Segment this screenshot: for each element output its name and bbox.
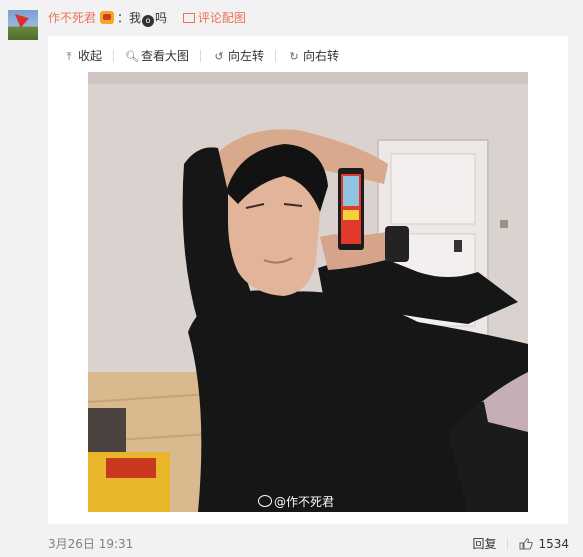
comment-actions: 回复 1534 <box>472 535 569 552</box>
collapse-button[interactable]: ⤒ 收起 <box>62 47 102 66</box>
divider <box>200 50 202 62</box>
comment-separator: ： <box>117 11 130 25</box>
comment-photo[interactable]: @作不死君 <box>88 72 528 512</box>
avatar[interactable] <box>8 10 38 40</box>
like-count: 1534 <box>538 537 569 551</box>
watermark-text: @作不死君 <box>274 495 335 509</box>
rotate-right-button[interactable]: ↻ 向右转 <box>287 47 339 66</box>
username-link[interactable]: 作不死君 <box>48 11 96 25</box>
comment-line: 作不死君 ：我 o 吗 评论配图 <box>48 9 246 27</box>
weibo-logo-icon <box>258 495 272 507</box>
view-large-label: 查看大图 <box>141 49 190 63</box>
thumbs-up-icon <box>519 538 534 550</box>
collapse-label: 收起 <box>78 49 103 63</box>
picture-icon <box>182 13 195 23</box>
comment-picture-label: 评论配图 <box>197 11 246 25</box>
divider <box>275 50 277 62</box>
magnifier-icon: 🔍︎ <box>125 50 139 63</box>
image-watermark: @作不死君 <box>258 493 334 510</box>
rotate-left-label: 向左转 <box>228 49 265 63</box>
like-button[interactable]: 1534 <box>519 537 569 551</box>
image-toolbar: ⤒ 收起 🔍︎ 查看大图 ↺ 向左转 ↻ 向右转 <box>62 47 340 66</box>
image-viewer-card: ⤒ 收起 🔍︎ 查看大图 ↺ 向左转 ↻ 向右转 @作不死君 <box>48 36 568 524</box>
rotate-right-icon: ↻ <box>289 50 299 63</box>
reply-button[interactable]: 回复 <box>472 537 496 551</box>
photo-illustration <box>88 72 528 512</box>
comment-picture-link[interactable]: 评论配图 <box>182 11 246 25</box>
collapse-icon: ⤒ <box>66 50 72 63</box>
rotate-left-button[interactable]: ↺ 向左转 <box>212 47 264 66</box>
vip-badge-icon <box>100 11 115 24</box>
divider <box>113 50 115 62</box>
emoji-icon: o <box>142 15 155 27</box>
view-large-button[interactable]: 🔍︎ 查看大图 <box>125 47 189 66</box>
rotate-left-icon: ↺ <box>214 50 224 63</box>
divider <box>507 538 509 550</box>
comment-timestamp: 3月26日 19:31 <box>48 537 134 551</box>
rotate-right-label: 向右转 <box>303 49 340 63</box>
comment-text-before: 我 <box>129 11 142 25</box>
comment-text-after: 吗 <box>155 11 168 25</box>
